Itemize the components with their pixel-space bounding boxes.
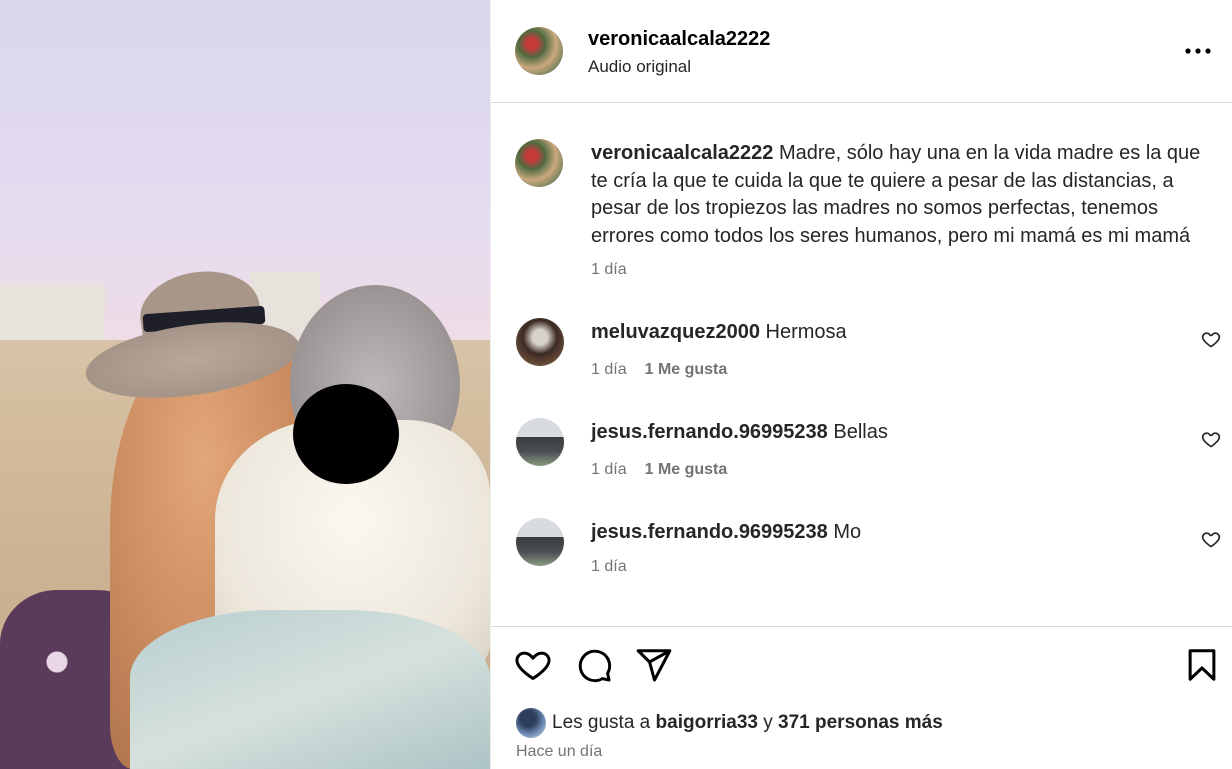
background-building bbox=[0, 283, 105, 343]
comment-time[interactable]: 1 día bbox=[591, 558, 627, 575]
heart-icon[interactable] bbox=[514, 646, 552, 684]
comment-time[interactable]: 1 día bbox=[591, 461, 627, 478]
comment-meta: 1 día 1 Me gusta bbox=[591, 361, 727, 379]
post-time[interactable]: Hace un día bbox=[516, 743, 602, 761]
comment-avatar[interactable] bbox=[516, 518, 564, 566]
likes-summary[interactable]: Les gusta a baigorria33 y 371 personas m… bbox=[552, 712, 943, 734]
comment-like-heart-icon[interactable] bbox=[1201, 429, 1221, 449]
comment-meta: 1 día 1 Me gusta bbox=[591, 461, 727, 479]
comment-time[interactable]: 1 día bbox=[591, 361, 627, 378]
post-header: veronicaalcala2222 Audio original bbox=[491, 0, 1232, 103]
caption-time[interactable]: 1 día bbox=[591, 261, 627, 279]
face-censor-circle bbox=[293, 384, 399, 484]
comment-2: jesus.fernando.96995238 Bellas bbox=[591, 421, 888, 444]
comment-3: jesus.fernando.96995238 Mo bbox=[591, 521, 861, 544]
comment-like-heart-icon[interactable] bbox=[1201, 529, 1221, 549]
send-icon[interactable] bbox=[635, 646, 673, 684]
comment-like-heart-icon[interactable] bbox=[1201, 329, 1221, 349]
post-side-panel: veronicaalcala2222 Audio original veroni… bbox=[490, 0, 1232, 769]
liker-username[interactable]: baigorria33 bbox=[656, 712, 758, 733]
comment-username[interactable]: meluvazquez2000 bbox=[591, 321, 760, 343]
patterned-scarf bbox=[130, 610, 490, 769]
audio-label[interactable]: Audio original bbox=[588, 57, 691, 77]
comment-text: Hermosa bbox=[765, 321, 847, 343]
comment-username[interactable]: jesus.fernando.96995238 bbox=[591, 421, 828, 443]
comment-text: Mo bbox=[833, 521, 862, 543]
likes-connector: y bbox=[763, 712, 773, 733]
comment-avatar[interactable] bbox=[516, 318, 564, 366]
comment-likes[interactable]: 1 Me gusta bbox=[645, 461, 728, 478]
caption: veronicaalcala2222 Madre, sólo hay una e… bbox=[591, 140, 1221, 250]
comment-likes[interactable]: 1 Me gusta bbox=[645, 361, 728, 378]
author-username[interactable]: veronicaalcala2222 bbox=[588, 28, 770, 51]
comment-1: meluvazquez2000 Hermosa bbox=[591, 321, 847, 344]
post-media[interactable] bbox=[0, 0, 490, 769]
author-avatar[interactable] bbox=[515, 27, 563, 75]
liker-avatar[interactable] bbox=[516, 708, 546, 738]
caption-avatar[interactable] bbox=[515, 139, 563, 187]
comment-bubble-icon[interactable] bbox=[575, 646, 613, 684]
likes-prefix: Les gusta a bbox=[552, 712, 651, 733]
bookmark-icon[interactable] bbox=[1183, 646, 1221, 684]
comment-avatar[interactable] bbox=[516, 418, 564, 466]
comment-text: Bellas bbox=[833, 421, 888, 443]
likes-others[interactable]: 371 personas más bbox=[778, 712, 943, 733]
caption-username[interactable]: veronicaalcala2222 bbox=[591, 142, 773, 164]
comment-username[interactable]: jesus.fernando.96995238 bbox=[591, 521, 828, 543]
comment-meta: 1 día bbox=[591, 558, 627, 576]
more-options-icon[interactable] bbox=[1185, 42, 1211, 60]
